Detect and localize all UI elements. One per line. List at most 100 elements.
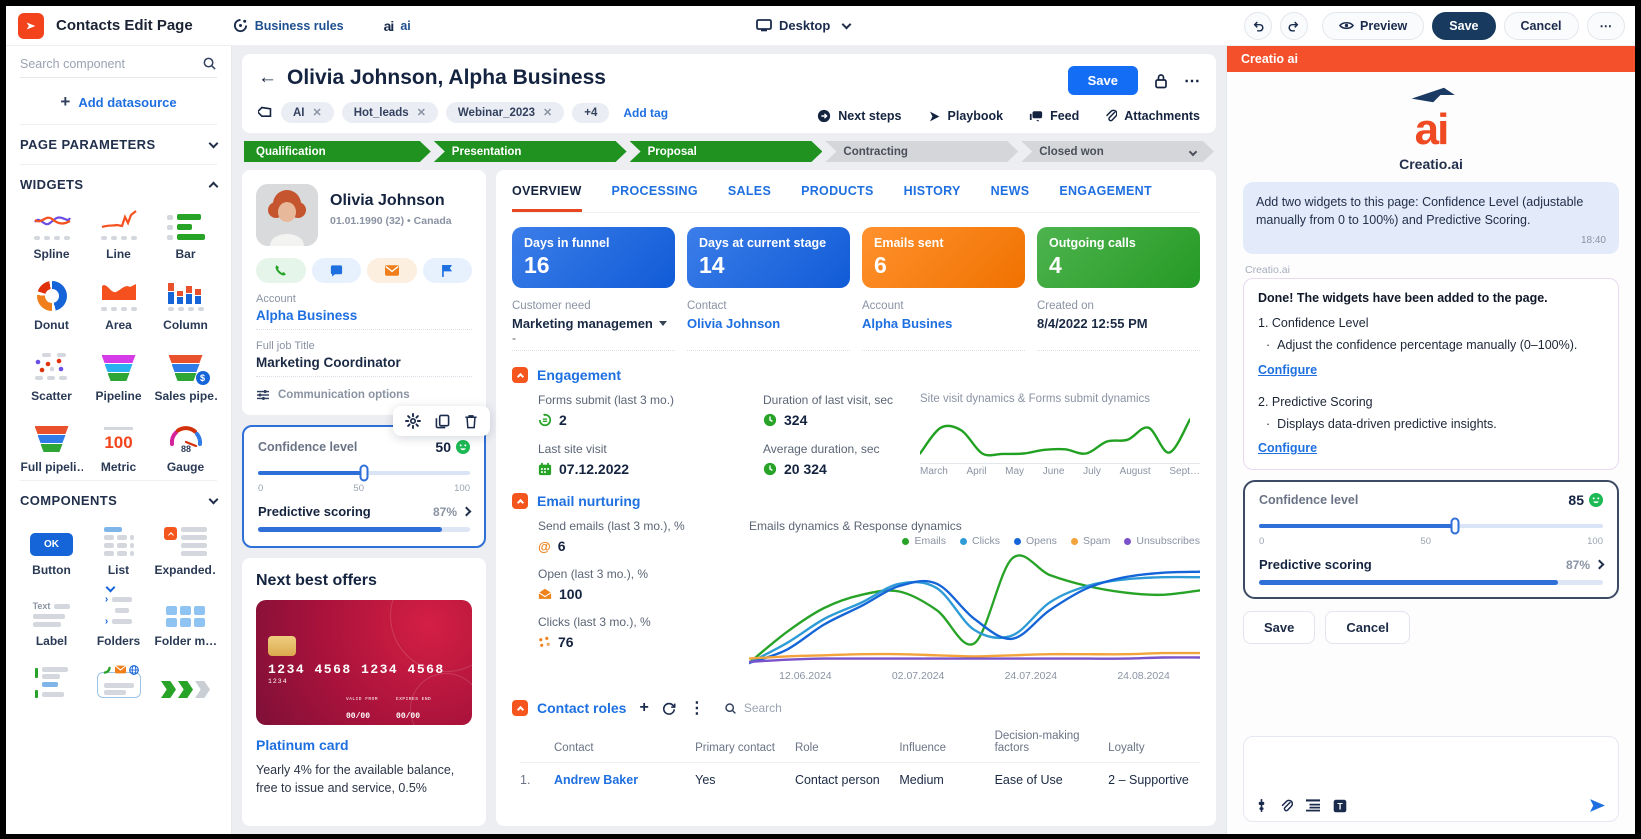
component-expanded[interactable]: Expanded… <box>154 520 217 577</box>
text-format-icon[interactable]: T <box>1333 799 1347 813</box>
tab-news[interactable]: NEWS <box>991 184 1030 212</box>
record-save-button[interactable]: Save <box>1068 66 1138 95</box>
slider-thumb[interactable] <box>1451 518 1460 535</box>
engagement-section-header[interactable]: Engagement <box>512 367 1200 383</box>
feed-button[interactable]: Feed <box>1029 109 1079 123</box>
refresh-icon[interactable] <box>662 701 676 715</box>
collapse-icon[interactable] <box>512 367 528 383</box>
kebab-menu-icon[interactable]: ⋮ <box>689 698 705 718</box>
device-selector[interactable]: Desktop <box>756 18 850 33</box>
confidence-slider[interactable] <box>258 465 470 481</box>
dropdown-caret-icon[interactable] <box>659 321 667 326</box>
remove-tag-icon[interactable]: ✕ <box>417 106 426 119</box>
stage-closed-won[interactable]: Closed won <box>1021 141 1214 162</box>
copilot-message-input[interactable] <box>1256 745 1606 798</box>
component-communication-card[interactable] <box>87 662 150 698</box>
save-button[interactable]: Save <box>1432 12 1495 40</box>
widget-column[interactable]: Column <box>154 275 217 332</box>
widget-pipeline[interactable]: Pipeline <box>87 346 150 403</box>
lock-icon[interactable] <box>1154 73 1168 89</box>
widgets-section[interactable]: WIDGETS <box>20 164 217 204</box>
widget-donut[interactable]: Donut <box>20 275 83 332</box>
collapse-icon[interactable] <box>512 493 528 509</box>
attach-icon[interactable] <box>1280 799 1293 813</box>
business-rules-button[interactable]: Business rules <box>233 18 344 33</box>
playbook-button[interactable]: Playbook <box>928 109 1004 123</box>
more-button[interactable]: ⋯ <box>1587 12 1626 40</box>
search-input[interactable] <box>20 57 202 71</box>
remove-tag-icon[interactable]: ✕ <box>543 106 552 119</box>
copilot-cancel-button[interactable]: Cancel <box>1325 611 1410 644</box>
tag-pill[interactable]: Webinar_2023✕ <box>446 102 564 123</box>
cancel-button[interactable]: Cancel <box>1504 12 1579 40</box>
table-row[interactable]: 1. Andrew Baker Yes Contact person Mediu… <box>520 763 1200 787</box>
component-folders[interactable]: › › Folders <box>87 591 150 648</box>
email-nurturing-section-header[interactable]: Email nurturing <box>512 493 1200 509</box>
tag-pill[interactable]: Hot_leads✕ <box>342 102 438 123</box>
attachments-button[interactable]: Attachments <box>1105 109 1200 123</box>
email-button[interactable] <box>367 258 417 283</box>
stage-presentation[interactable]: Presentation <box>434 141 627 162</box>
next-steps-button[interactable]: Next steps <box>817 109 901 123</box>
chat-button[interactable] <box>312 258 362 283</box>
tab-products[interactable]: PRODUCTS <box>801 184 874 212</box>
component-timeline[interactable] <box>20 662 83 698</box>
stage-qualification[interactable]: Qualification <box>244 141 431 162</box>
component-label[interactable]: Text Label <box>20 591 83 648</box>
undo-button[interactable] <box>1244 12 1272 40</box>
field-account[interactable]: Account Alpha Busines <box>862 300 1025 351</box>
stage-contracting[interactable]: Contracting <box>825 141 1018 162</box>
widget-gauge[interactable]: 88 Gauge <box>154 417 217 474</box>
tab-history[interactable]: HISTORY <box>904 184 961 212</box>
back-button[interactable]: ← <box>258 67 277 89</box>
widget-line[interactable]: Line <box>87 204 150 261</box>
copy-icon[interactable] <box>435 413 450 429</box>
roles-search-input[interactable] <box>744 701 844 715</box>
chevron-right-icon[interactable] <box>462 507 472 517</box>
add-datasource-button[interactable]: + Add datasource <box>20 78 217 124</box>
widget-spline[interactable]: Spline <box>20 204 83 261</box>
component-folder-manager[interactable]: Folder m… <box>154 591 217 648</box>
confidence-slider[interactable] <box>1259 518 1603 534</box>
chevron-right-icon[interactable] <box>1595 560 1605 570</box>
component-search[interactable] <box>20 56 217 78</box>
account-link[interactable]: Alpha Business <box>256 308 472 323</box>
widget-bar[interactable]: Bar <box>154 204 217 261</box>
slider-thumb[interactable] <box>360 465 369 482</box>
remove-tag-icon[interactable]: ✕ <box>313 106 322 119</box>
add-row-button[interactable]: + <box>639 699 648 717</box>
tab-processing[interactable]: PROCESSING <box>612 184 698 212</box>
configure-link-1[interactable]: Configure <box>1258 363 1317 377</box>
configure-link-2[interactable]: Configure <box>1258 441 1317 455</box>
communication-options[interactable]: Communication options <box>256 389 472 401</box>
tab-sales[interactable]: SALES <box>728 184 771 212</box>
page-parameters-section[interactable]: PAGE PARAMETERS <box>20 124 217 164</box>
settings-gear-icon[interactable] <box>405 413 421 429</box>
copilot-save-button[interactable]: Save <box>1243 611 1315 644</box>
ai-button[interactable]: ai ai <box>384 18 411 34</box>
preview-button[interactable]: Preview <box>1322 12 1424 40</box>
tab-engagement[interactable]: ENGAGEMENT <box>1059 184 1152 212</box>
stage-dropdown-icon[interactable] <box>1189 147 1197 155</box>
offer-link[interactable]: Platinum card <box>256 737 472 753</box>
widget-full-pipeline[interactable]: Full pipeli… <box>20 417 83 474</box>
tag-pill[interactable]: AI✕ <box>281 102 334 123</box>
call-button[interactable] <box>256 258 306 283</box>
record-more-button[interactable]: ⋯ <box>1184 71 1200 91</box>
widget-scatter[interactable]: Scatter <box>20 346 83 403</box>
collapse-icon[interactable] <box>512 700 528 716</box>
more-tags-pill[interactable]: +4 <box>572 103 609 123</box>
prompt-settings-icon[interactable] <box>1256 798 1267 813</box>
component-button[interactable]: OK Button <box>20 520 83 577</box>
widget-metric[interactable]: 100 Metric <box>87 417 150 474</box>
send-icon[interactable] <box>1589 798 1606 813</box>
field-customer-need[interactable]: Customer need Marketing management - <box>512 300 675 351</box>
redo-button[interactable] <box>1280 12 1308 40</box>
copilot-input-box[interactable]: T <box>1243 736 1619 822</box>
tab-overview[interactable]: OVERVIEW <box>512 184 582 212</box>
contact-link[interactable]: Andrew Baker <box>554 773 687 787</box>
flag-button[interactable] <box>423 258 473 283</box>
add-tag-button[interactable]: Add tag <box>623 106 668 120</box>
widget-area[interactable]: Area <box>87 275 150 332</box>
contact-roles-search[interactable] <box>724 701 844 715</box>
